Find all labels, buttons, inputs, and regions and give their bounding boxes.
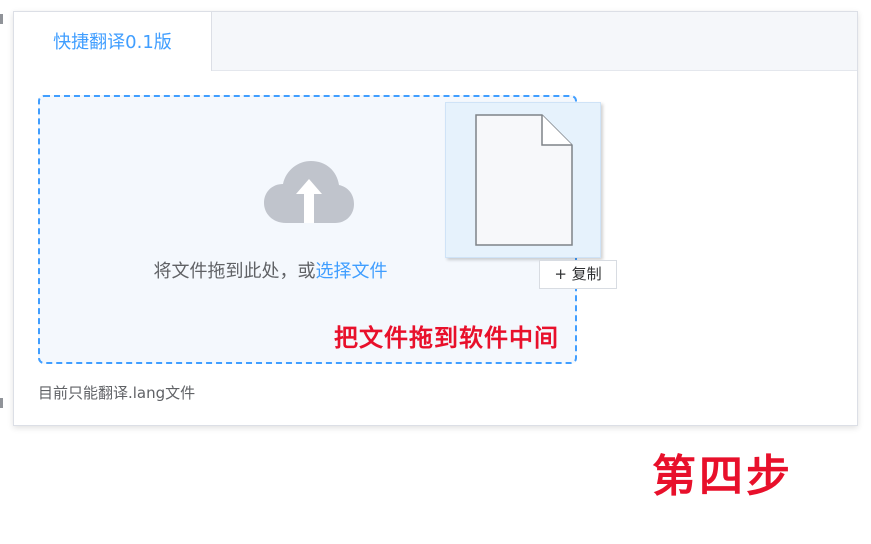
drop-instruction: 将文件拖到此处，或选择文件 — [40, 257, 575, 283]
translator-card: 快捷翻译0.1版 将文件拖到此处，或选择文件 把文件拖到软件中间 目前只能翻译.… — [13, 11, 858, 426]
copy-cursor-tip: + 复制 — [539, 260, 617, 289]
dragged-file-ghost — [445, 102, 601, 258]
cloud-upload-icon — [264, 161, 354, 223]
step-label: 第四步 — [652, 451, 793, 502]
window-edge-mark — [0, 398, 3, 408]
drop-prompt: 将文件拖到此处，或 — [153, 261, 316, 282]
drag-annotation: 把文件拖到软件中间 — [334, 324, 559, 352]
window-edge-mark — [0, 14, 3, 24]
tab-bar: 快捷翻译0.1版 — [14, 12, 857, 71]
file-type-hint: 目前只能翻译.lang文件 — [38, 384, 196, 402]
tab-quick-translate[interactable]: 快捷翻译0.1版 — [14, 12, 212, 71]
file-icon — [475, 114, 573, 246]
select-file-link[interactable]: 选择文件 — [316, 261, 388, 282]
